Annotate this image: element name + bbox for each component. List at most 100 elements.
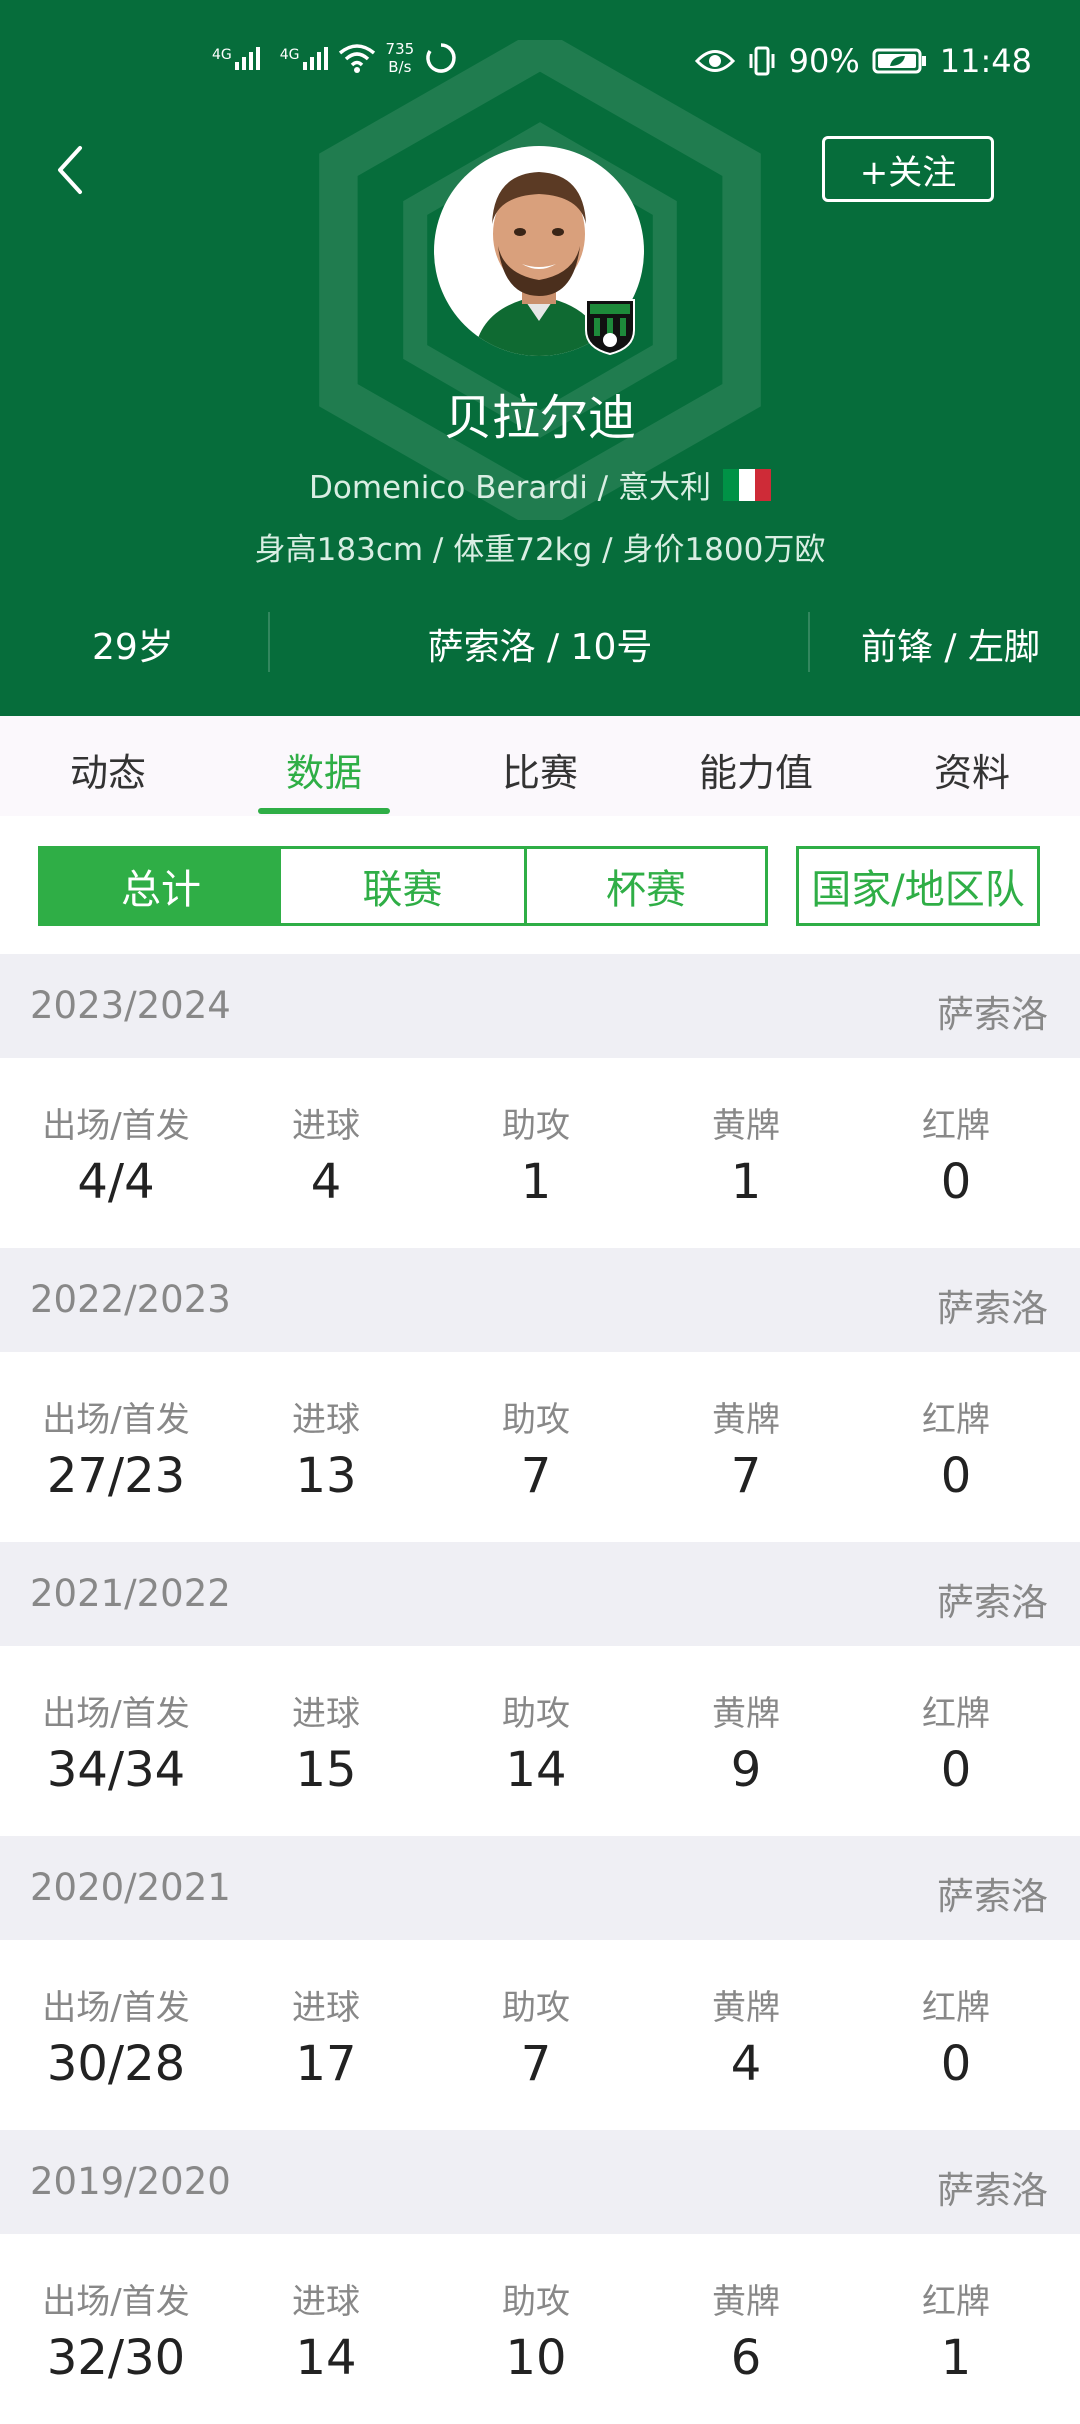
player-name-country: Domenico Berardi / 意大利 — [309, 470, 711, 506]
segment-league[interactable]: 联赛 — [281, 846, 527, 926]
season-header: 2021/2022 萨索洛 — [0, 1542, 1080, 1646]
stat-label: 红牌 — [922, 2282, 990, 2322]
stat-value: 4 — [310, 1154, 342, 1210]
season-year: 2020/2021 — [30, 1866, 231, 1909]
stat-value: 14 — [295, 2330, 357, 2386]
stat-label: 红牌 — [922, 1400, 990, 1440]
season-club: 萨索洛 — [937, 993, 1048, 1036]
stat-value: 0 — [940, 1154, 972, 1210]
stat-value: 30/28 — [46, 2036, 186, 2092]
stat-value: 0 — [940, 1448, 972, 1504]
stat-value: 6 — [730, 2330, 762, 2386]
stat-value: 0 — [940, 1742, 972, 1798]
tab-matches[interactable]: 比赛 — [432, 742, 648, 797]
follow-button[interactable]: +关注 — [822, 136, 994, 202]
season-year: 2019/2020 — [30, 2160, 231, 2203]
player-facts: 29岁 萨索洛 / 10号 前锋 / 左脚 — [0, 600, 1080, 682]
segment-cup[interactable]: 杯赛 — [524, 846, 768, 926]
stat-label: 出场/首发 — [42, 1400, 190, 1440]
season-header: 2019/2020 萨索洛 — [0, 2130, 1080, 2234]
tab-ability[interactable]: 能力值 — [648, 742, 864, 797]
tab-dynamics[interactable]: 动态 — [0, 742, 216, 797]
divider — [808, 612, 810, 672]
season-club: 萨索洛 — [937, 2169, 1048, 2212]
stat-label: 黄牌 — [712, 1988, 780, 2028]
stat-value: 27/23 — [46, 1448, 186, 1504]
active-tab-indicator — [258, 808, 390, 814]
player-physical: 身高183cm / 体重72kg / 身价1800万欧 — [254, 532, 826, 568]
stat-value: 1 — [730, 1154, 762, 1210]
season-stats-row: 出场/首发 27/23 进球 13 助攻 7 黄牌 7 红牌 0 — [0, 1352, 1080, 1542]
stat-label: 助攻 — [502, 1988, 570, 2028]
stat-label: 红牌 — [922, 1988, 990, 2028]
season-header: 2022/2023 萨索洛 — [0, 1248, 1080, 1352]
tab-profile[interactable]: 资料 — [864, 742, 1080, 797]
sync-icon — [426, 43, 456, 73]
season-club: 萨索洛 — [937, 1875, 1048, 1918]
stat-value: 0 — [940, 2036, 972, 2092]
stat-value: 32/30 — [46, 2330, 186, 2386]
player-subtitle: Domenico Berardi / 意大利 — [0, 462, 1080, 507]
stat-label: 助攻 — [502, 1400, 570, 1440]
stat-label: 进球 — [292, 2282, 360, 2322]
battery-percent: 90% — [788, 42, 860, 80]
stat-value: 4 — [730, 2036, 762, 2092]
season-stats-row: 出场/首发 30/28 进球 17 助攻 7 黄牌 4 红牌 0 — [0, 1940, 1080, 2130]
stat-value: 7 — [520, 1448, 552, 1504]
stat-label: 黄牌 — [712, 1106, 780, 1146]
signal-2-icon: 4G — [279, 46, 328, 70]
tab-bar: 动态 数据 比赛 能力值 资料 — [0, 716, 1080, 816]
season-year: 2023/2024 — [30, 984, 231, 1027]
stat-label: 助攻 — [502, 1106, 570, 1146]
stat-label: 助攻 — [502, 2282, 570, 2322]
network-speed-value: 735 — [385, 40, 415, 58]
stat-value: 7 — [730, 1448, 762, 1504]
battery-icon — [872, 48, 926, 74]
tab-data[interactable]: 数据 — [216, 742, 432, 797]
stat-label: 进球 — [292, 1106, 360, 1146]
stat-label: 进球 — [292, 1694, 360, 1734]
stat-label: 黄牌 — [712, 2282, 780, 2322]
season-header: 2023/2024 萨索洛 — [0, 954, 1080, 1058]
stat-value: 4/4 — [77, 1154, 155, 1210]
network-speed-unit: B/s — [388, 58, 412, 76]
season-stats-row: 出场/首发 4/4 进球 4 助攻 1 黄牌 1 红牌 0 — [0, 1058, 1080, 1248]
stat-value: 10 — [505, 2330, 567, 2386]
season-club: 萨索洛 — [937, 1581, 1048, 1624]
vibrate-icon — [749, 46, 775, 76]
stat-label: 助攻 — [502, 1694, 570, 1734]
stat-label: 红牌 — [922, 1106, 990, 1146]
stat-label: 出场/首发 — [42, 1988, 190, 2028]
season-header: 2020/2021 萨索洛 — [0, 1836, 1080, 1940]
segment-national-team[interactable]: 国家/地区队 — [796, 846, 1040, 926]
player-header: 4G 4G 735 B/s 90% 11:48 +关注 贝拉尔迪 Domenic… — [0, 0, 1080, 716]
season-year: 2022/2023 — [30, 1278, 231, 1321]
stat-label: 出场/首发 — [42, 1106, 190, 1146]
stat-value: 14 — [505, 1742, 567, 1798]
stat-label: 出场/首发 — [42, 1694, 190, 1734]
stat-label: 进球 — [292, 1988, 360, 2028]
signal-2-label: 4G — [279, 46, 300, 63]
eye-icon — [694, 50, 735, 72]
signal-1-icon: 4G — [212, 46, 260, 70]
stat-value: 15 — [295, 1742, 357, 1798]
season-stats-row: 出场/首发 32/30 进球 14 助攻 10 黄牌 6 红牌 1 — [0, 2234, 1080, 2424]
stat-value: 7 — [520, 2036, 552, 2092]
stat-value: 1 — [520, 1154, 552, 1210]
stat-value: 1 — [940, 2330, 972, 2386]
network-speed: 735 B/s — [386, 40, 415, 76]
player-position-foot: 前锋 / 左脚 — [860, 627, 1040, 668]
stat-label: 红牌 — [922, 1694, 990, 1734]
italy-flag-icon — [722, 468, 771, 501]
stat-value: 17 — [295, 2036, 357, 2092]
wifi-icon — [338, 44, 375, 73]
season-year: 2021/2022 — [30, 1572, 231, 1615]
stat-value: 13 — [295, 1448, 357, 1504]
segment-total[interactable]: 总计 — [38, 846, 284, 926]
season-club: 萨索洛 — [937, 1287, 1048, 1330]
stat-label: 黄牌 — [712, 1400, 780, 1440]
season-stats-row: 出场/首发 34/34 进球 15 助攻 14 黄牌 9 红牌 0 — [0, 1646, 1080, 1836]
stat-label: 进球 — [292, 1400, 360, 1440]
clock: 11:48 — [939, 42, 1032, 80]
back-icon[interactable] — [50, 140, 90, 200]
